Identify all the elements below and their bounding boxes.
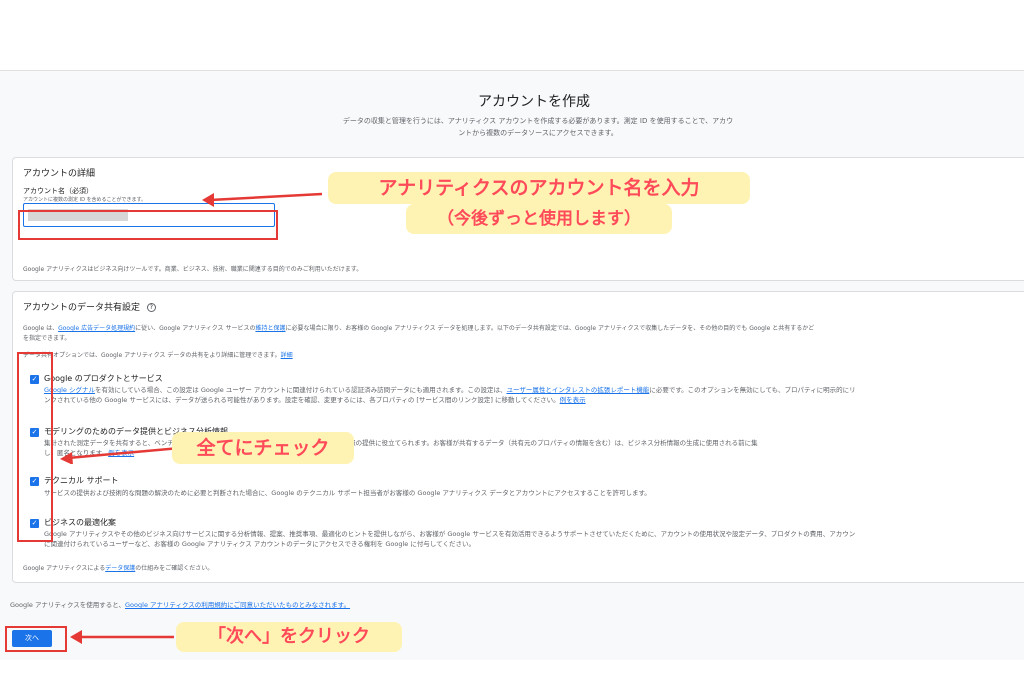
ga-create-account-screen: アカウントを作成 データの収集と管理を行うには、アナリティクス アカウントを作成…: [0, 70, 1024, 660]
arrow-to-input-icon: [202, 192, 323, 207]
option-desc-text: ンクされている他の Google サービスには、データが送られる可能性があります…: [44, 396, 560, 404]
callout-account-name: アナリティクスのアカウント名を入力: [328, 172, 750, 204]
data-sharing-title: アカウントのデータ共有設定 ?: [23, 300, 156, 313]
sharing-intro: Google は、Google 広告データ処理規約に従い、Google アナリテ…: [23, 323, 814, 332]
option-title: Google のプロダクトとサービス: [44, 374, 163, 383]
terms-pre: Google アナリティクスを使用すると、: [10, 601, 126, 609]
next-highlight-box: [5, 626, 67, 652]
page-subtitle: データの収集と管理を行うには、アナリティクス アカウントを作成する必要があります…: [308, 115, 768, 139]
intro-mid: に従い、Google アナリティクス サービスの: [135, 325, 256, 332]
footer-pre: Google アナリティクスによる: [23, 565, 106, 572]
account-name-hint: アカウントに複数の測定 ID を含めることができます。: [23, 197, 147, 203]
option-desc-line1: サービスの提供および技術的な問題の解決のために必要と判断された場合に、Googl…: [44, 489, 651, 497]
intro-post: に必要な場合に限り、お客様の Google アナリティクス データを処理します。…: [285, 325, 815, 332]
option-title: テクニカル サポート: [44, 476, 119, 485]
option-desc-text: を有効にしている場合、この設定は Google ユーザー アカウントに関連付けら…: [95, 386, 507, 394]
arrow-to-checkboxes-icon: [60, 446, 181, 464]
options-line-text: データ共有オプションでは、Google アナリティクス データの共有をより詳細に…: [23, 352, 281, 359]
help-icon[interactable]: ?: [146, 303, 156, 312]
option-desc-line2: ンクされている他の Google サービスには、データが送られる可能性があります…: [44, 395, 586, 406]
terms-note: Google アナリティクスを使用すると、Google アナリティクスの利用規約…: [10, 599, 350, 609]
callout-click-next: 「次へ」をクリック: [176, 622, 402, 652]
maintain-protect-link[interactable]: 維持と保護: [255, 325, 285, 332]
input-highlight-box: [18, 210, 278, 240]
footer-post: の仕組みをご確認ください。: [135, 565, 214, 572]
details-link[interactable]: 詳細: [281, 352, 293, 359]
option-desc-post: に必要です。このオプションを無効にしても、プロパティに明示的にリ: [649, 386, 856, 394]
show-example-link[interactable]: 例を表示: [560, 396, 586, 404]
callout-account-name-note: （今後ずっと使用します）: [406, 204, 672, 234]
data-protection-link[interactable]: データ保護: [105, 565, 135, 572]
callout-check-all: 全てにチェック: [172, 432, 354, 464]
arrow-to-next-icon: [70, 630, 174, 644]
account-name-label: アカウント名（必須）: [23, 187, 93, 195]
sharing-intro-2: を指定できます。: [23, 335, 71, 342]
page-title: アカウントを作成: [478, 94, 590, 110]
checkbox-highlight-box: [17, 352, 53, 542]
ads-data-terms-link[interactable]: Google 広告データ処理規約: [58, 325, 135, 332]
subtitle-line-1: データの収集と管理を行うには、アナリティクス アカウントを作成する必要があります…: [342, 117, 734, 125]
data-sharing-card: アカウントのデータ共有設定 ? Google は、Google 広告データ処理規…: [12, 291, 1024, 583]
page: アカウントを作成 データの収集と管理を行うには、アナリティクス アカウントを作成…: [0, 0, 1024, 697]
business-use-note: Google アナリティクスはビジネス向けツールです。商業、ビジネス、技術、職業…: [23, 266, 363, 273]
data-sharing-title-text: アカウントのデータ共有設定: [23, 303, 141, 313]
data-protection-note: Google アナリティクスによるデータ保護の仕組みをご確認ください。: [23, 563, 213, 572]
subtitle-line-2: ントから複数のデータソースにアクセスできます。: [458, 129, 618, 137]
option-title: ビジネスの最適化案: [44, 518, 116, 527]
intro-pre: Google は、: [23, 325, 59, 332]
demographics-link[interactable]: ユーザー属性とインタレストの拡張レポート機能: [506, 386, 649, 394]
account-details-title: アカウントの詳細: [23, 169, 96, 179]
terms-link[interactable]: Google アナリティクスの利用規約にご同意いただいたものとみなされます。: [125, 601, 350, 609]
sharing-options-line: データ共有オプションでは、Google アナリティクス データの共有をより詳細に…: [23, 350, 293, 359]
option-desc-line2: に関連付けられているユーザーなど、お客様の Google アナリティクス アカウ…: [44, 540, 475, 548]
